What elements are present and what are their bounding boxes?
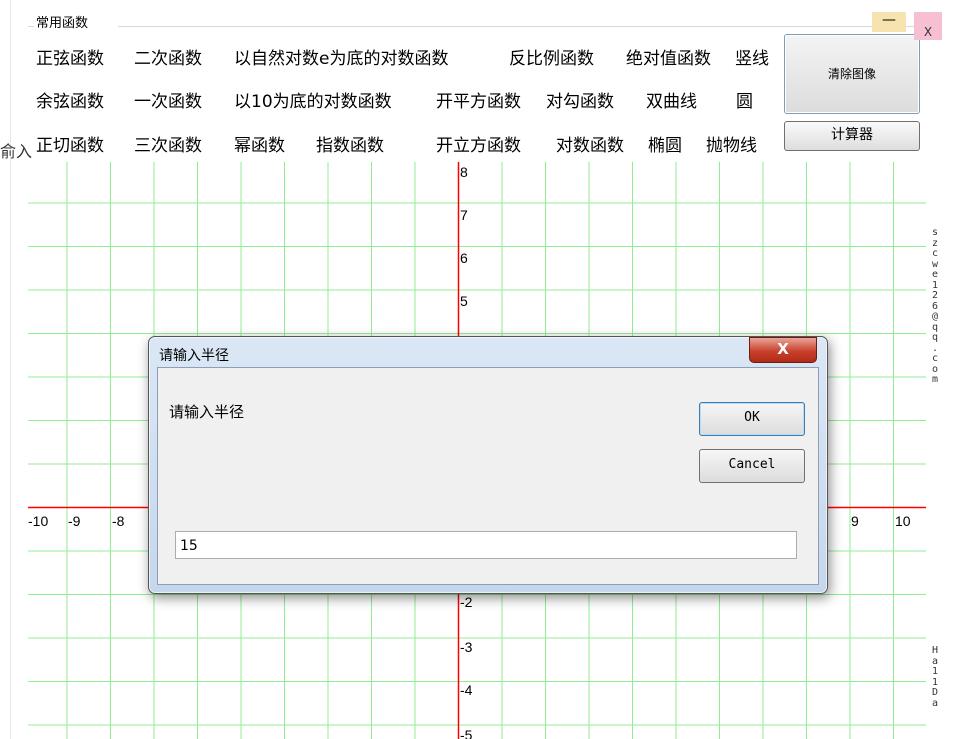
menu-parabola[interactable]: 抛物线	[706, 131, 757, 156]
y-tick-neg3: -3	[460, 639, 473, 655]
x-tick-neg10: -10	[28, 513, 48, 529]
menu-vertical-line[interactable]: 竖线	[735, 44, 769, 69]
menu-absolute-value[interactable]: 绝对值函数	[626, 44, 711, 69]
y-tick-neg4: -4	[460, 682, 473, 698]
radius-input[interactable]: 15	[175, 531, 797, 559]
y-tick-neg5: -5	[460, 727, 473, 739]
menu-inverse-proportion[interactable]: 反比例函数	[509, 44, 594, 69]
menu-circle[interactable]: 圆	[736, 87, 753, 112]
close-window-button[interactable]: X	[914, 12, 942, 40]
x-tick-neg9: -9	[68, 513, 81, 529]
menu-linear[interactable]: 一次函数	[134, 87, 202, 112]
menu-square-root[interactable]: 开平方函数	[436, 87, 521, 112]
menu-cosine[interactable]: 余弦函数	[36, 87, 104, 112]
cancel-button[interactable]: Cancel	[699, 449, 805, 483]
menu-natural-log[interactable]: 以自然对数e为底的对数函数	[234, 44, 448, 69]
menu-hook-function[interactable]: 对勾函数	[546, 87, 614, 112]
x-tick-neg8: -8	[112, 513, 125, 529]
y-tick-8: 8	[460, 164, 468, 180]
groupbox-border	[118, 26, 926, 27]
main-window: 俞入 常用函数 正弦函数 二次函数 以自然对数e为底的对数函数 反比例函数 绝对…	[0, 0, 968, 739]
radius-input-dialog: 请输入半径 X 请输入半径 OK Cancel 15	[148, 336, 828, 594]
x-tick-9: 9	[851, 513, 859, 529]
sidebar-author-text: Ha11Da	[931, 645, 939, 709]
menu-cubic[interactable]: 三次函数	[134, 131, 202, 156]
menu-logarithm[interactable]: 对数函数	[556, 131, 624, 156]
menu-ellipse[interactable]: 椭圆	[648, 131, 682, 156]
y-tick-5: 5	[460, 293, 468, 309]
menu-cube-root[interactable]: 开立方函数	[436, 131, 521, 156]
y-tick-6: 6	[460, 250, 468, 266]
calculator-button[interactable]: 计算器	[784, 121, 920, 151]
menu-tangent[interactable]: 正切函数	[36, 131, 104, 156]
minimize-button[interactable]: —	[872, 12, 906, 32]
menu-quadratic[interactable]: 二次函数	[134, 44, 202, 69]
clipped-label: 俞入	[0, 142, 33, 161]
y-tick-7: 7	[460, 207, 468, 223]
menu-exponential[interactable]: 指数函数	[316, 131, 384, 156]
ok-button[interactable]: OK	[699, 402, 805, 436]
dialog-title: 请输入半径	[159, 348, 229, 364]
groupbox-title: 常用函数	[36, 16, 89, 31]
y-tick-neg2: -2	[460, 594, 473, 610]
clear-graph-button[interactable]: 清除图像	[784, 34, 920, 114]
menu-power[interactable]: 幂函数	[234, 131, 285, 156]
x-tick-10: 10	[895, 513, 911, 529]
sidebar-email-text: s z c w e 1 2 6 @ q q. c o m	[931, 227, 939, 385]
dialog-prompt: 请输入半径	[169, 403, 245, 421]
dialog-close-button[interactable]: X	[749, 337, 817, 363]
menu-sine[interactable]: 正弦函数	[36, 44, 104, 69]
menu-hyperbola[interactable]: 双曲线	[646, 87, 697, 112]
menu-log10[interactable]: 以10为底的对数函数	[234, 87, 392, 112]
groupbox-border-left	[28, 26, 34, 27]
